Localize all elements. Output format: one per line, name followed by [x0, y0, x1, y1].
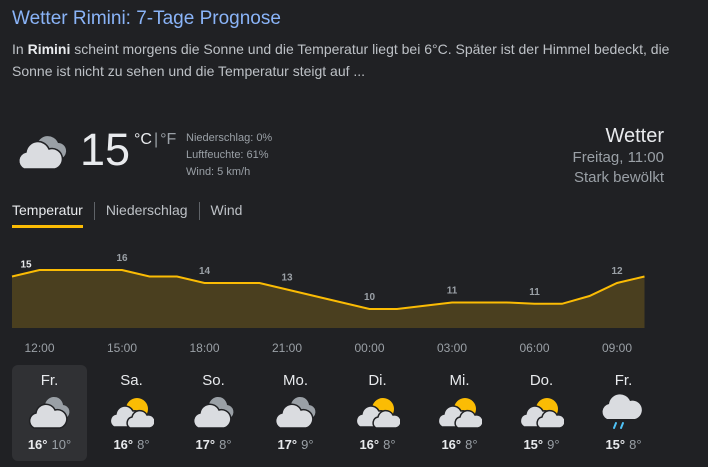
temperature-data-label: 12	[611, 266, 623, 277]
snippet-text-after: scheint morgens die Sonne und die Temper…	[12, 41, 670, 79]
temperature-data-label: 16	[116, 253, 128, 264]
daily-forecast: Fr. 16° 10° Sa. 16° 8° So. 17° 8° Mo. 17° 9° Di. 16° 8…	[12, 365, 668, 461]
weather-heading: Wetter	[605, 125, 664, 147]
temperature-data-label: 11	[447, 286, 458, 297]
day-card[interactable]: Fr. 16° 10°	[12, 365, 87, 461]
day-temps: 15° 8°	[586, 437, 661, 452]
hour-tick-label: 06:00	[519, 341, 550, 355]
unit-separator: |	[153, 131, 159, 148]
day-high: 15°	[523, 437, 544, 452]
day-temps: 17° 9°	[258, 437, 333, 452]
day-high: 16°	[27, 437, 48, 452]
hour-tick-label: 00:00	[354, 341, 385, 355]
wind-value: Wind: 5 km/h	[186, 166, 251, 178]
tab-divider	[198, 202, 200, 220]
day-card[interactable]: So. 17° 8°	[176, 365, 251, 461]
humidity-value: Luftfeuchte: 61%	[186, 149, 269, 161]
snippet-text-before: In	[12, 41, 28, 57]
day-low: 8°	[629, 437, 642, 452]
day-high: 17°	[195, 437, 216, 452]
day-high: 16°	[113, 437, 134, 452]
partly-cloudy-icon	[519, 398, 564, 429]
cloudy-icon	[192, 396, 234, 429]
temperature-chart: 15 16 14 13 10 11 11 12	[11, 253, 645, 328]
day-low: 8°	[219, 437, 232, 452]
day-name: Mi.	[449, 372, 470, 389]
day-temps: 16° 8°	[422, 437, 497, 452]
day-temps: 16° 8°	[340, 437, 415, 452]
hour-tick-label: 03:00	[436, 341, 468, 355]
day-card[interactable]: Fr. 15° 8°	[586, 365, 661, 461]
day-low: 9°	[547, 437, 560, 452]
temperature-data-label: 10	[364, 292, 376, 303]
cloudy-icon	[274, 396, 316, 429]
forecast-tabs: Temperatur Niederschlag Wind	[12, 202, 242, 228]
partly-cloudy-icon	[437, 398, 482, 429]
day-card[interactable]: Mi. 16° 8°	[422, 365, 497, 461]
cloudy-icon	[28, 396, 70, 429]
temperature-data-label: 14	[199, 266, 211, 277]
day-low: 8°	[383, 437, 396, 452]
result-title-link[interactable]: Wetter Rimini: 7-Tage Prognose	[12, 8, 281, 30]
day-name: Do.	[529, 372, 554, 389]
day-card[interactable]: Mo. 17° 9°	[258, 365, 333, 461]
temperature-data-label: 15	[20, 260, 32, 271]
current-details: Niederschlag: 0% Luftfeuchte: 61% Wind: …	[186, 130, 272, 181]
hour-tick-label: 12:00	[24, 341, 55, 355]
rain-icon	[602, 394, 642, 429]
precipitation-value: Niederschlag: 0%	[186, 132, 273, 144]
day-high: 16°	[359, 437, 380, 452]
tab-temperature[interactable]: Temperatur	[12, 202, 83, 228]
tab-wind[interactable]: Wind	[211, 202, 243, 228]
temperature-data-label: 13	[281, 273, 293, 284]
unit-toggle: °C | °F	[134, 131, 176, 149]
partly-cloudy-icon	[109, 398, 154, 429]
hour-tick-label: 18:00	[189, 341, 220, 355]
day-temps: 17° 8°	[176, 437, 251, 452]
day-name: So.	[202, 372, 225, 389]
tab-precipitation[interactable]: Niederschlag	[106, 202, 188, 228]
weather-time: Freitag, 11:00	[572, 149, 664, 166]
hour-tick-label: 15:00	[106, 341, 138, 355]
weather-condition: Stark bewölkt	[573, 169, 664, 186]
day-high: 17°	[277, 437, 298, 452]
day-low: 10°	[51, 437, 72, 452]
day-card[interactable]: Do. 15° 9°	[504, 365, 579, 461]
unit-celsius[interactable]: °C	[134, 131, 152, 148]
snippet-city: Rimini	[27, 41, 71, 57]
partly-cloudy-icon	[355, 398, 400, 429]
day-temps: 16° 10°	[12, 437, 87, 452]
tab-divider	[93, 202, 95, 220]
cloudy-icon	[18, 136, 67, 170]
day-low: 8°	[465, 437, 478, 452]
result-snippet: In Rimini scheint morgens die Sonne und …	[12, 38, 692, 82]
day-high: 16°	[441, 437, 462, 452]
hour-tick-label: 09:00	[601, 341, 633, 355]
hour-axis: 12:00 15:00 18:00 21:00 00:00 03:00 06:00 09:00	[0, 341, 708, 355]
day-low: 8°	[137, 437, 150, 452]
day-high: 15°	[605, 437, 626, 452]
day-card[interactable]: Sa. 16° 8°	[94, 365, 169, 461]
temperature-data-label: 11	[529, 287, 540, 298]
day-card[interactable]: Di. 16° 8°	[340, 365, 415, 461]
unit-fahrenheit[interactable]: °F	[160, 131, 176, 148]
day-name: Fr.	[40, 372, 59, 389]
day-name: Di.	[368, 372, 387, 389]
day-low: 9°	[301, 437, 314, 452]
day-name: Mo.	[282, 372, 308, 389]
weather-summary: Wetter Freitag, 11:00 Stark bewölkt	[573, 124, 664, 188]
current-temperature: 15	[80, 124, 131, 175]
day-name: Sa.	[120, 372, 143, 389]
hour-tick-label: 21:00	[271, 341, 303, 355]
day-name: Fr.	[614, 372, 633, 389]
day-temps: 15° 9°	[504, 437, 579, 452]
day-temps: 16° 8°	[94, 437, 169, 452]
